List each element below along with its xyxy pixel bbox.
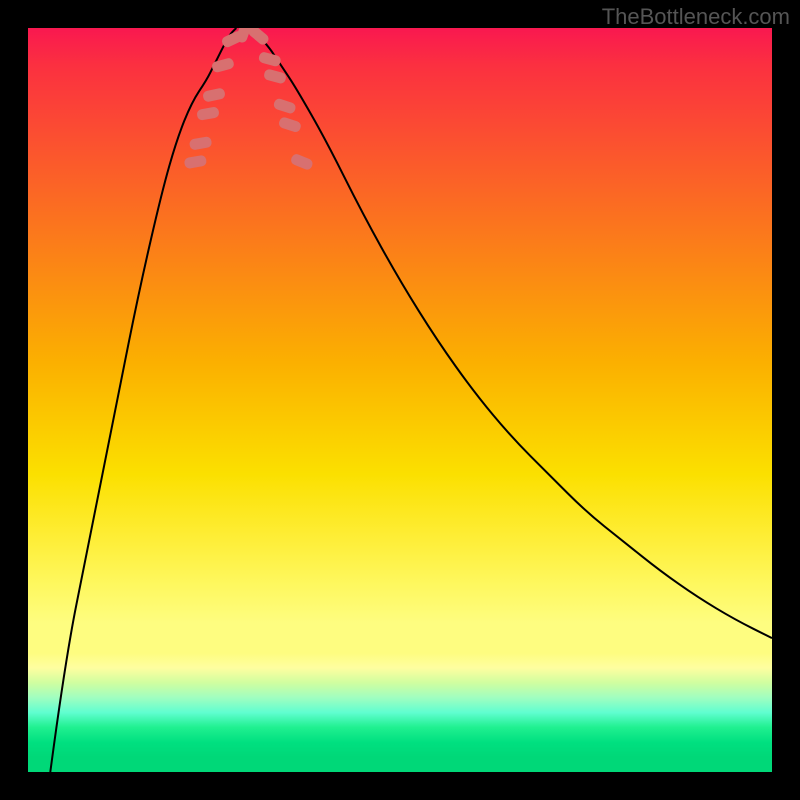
chart-svg	[28, 28, 772, 772]
data-marker	[189, 136, 213, 151]
data-marker	[202, 87, 226, 102]
markers-group	[184, 28, 314, 171]
data-marker	[258, 51, 282, 67]
right-curve-line	[251, 28, 772, 638]
data-marker	[196, 106, 220, 121]
watermark: TheBottleneck.com	[602, 4, 790, 30]
data-marker	[273, 97, 297, 114]
data-marker	[290, 153, 315, 171]
chart-plot-area	[28, 28, 772, 772]
data-marker	[184, 155, 208, 170]
data-marker	[278, 116, 302, 133]
data-marker	[211, 57, 235, 73]
